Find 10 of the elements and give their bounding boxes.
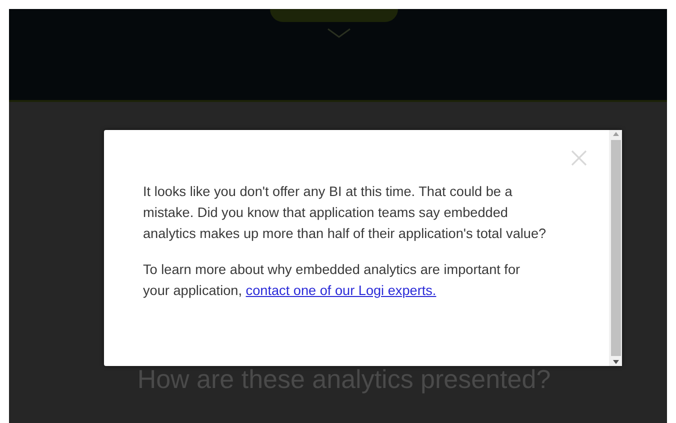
- modal-paragraph: To learn more about why embedded analytics are important for your application, contact one of our Logi experts.: [143, 261, 522, 300]
- close-button[interactable]: [569, 148, 589, 168]
- contact-link[interactable]: contact one of our Logi experts.: [246, 283, 436, 298]
- scrollbar-thumb[interactable]: [610, 140, 620, 356]
- scroll-down-icon[interactable]: [612, 358, 620, 366]
- chevron-down-icon: [327, 28, 351, 38]
- scroll-up-icon[interactable]: [612, 130, 620, 138]
- banner-button[interactable]: [270, 9, 398, 22]
- modal-paragraph: It looks like you don't offer any BI at this time. That could be a mistake. Did you know that application teams say embedded analytics makes up more than half of their application's total value?: [143, 183, 547, 243]
- scrollbar[interactable]: [609, 130, 622, 366]
